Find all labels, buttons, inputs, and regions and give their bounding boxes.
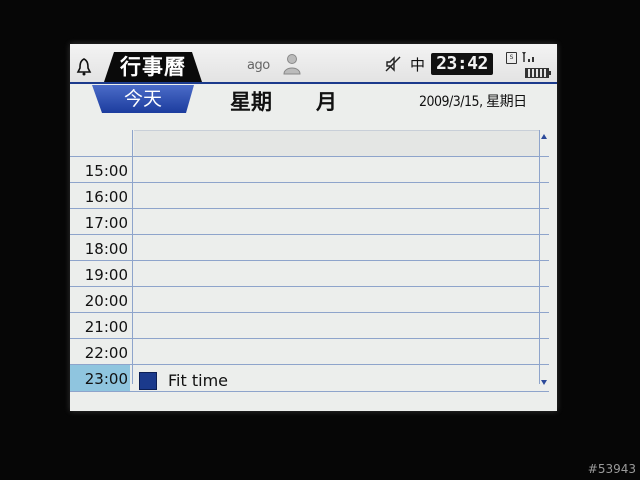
- app-title-tab[interactable]: 行事曆: [104, 52, 202, 82]
- today-button[interactable]: 今天: [92, 85, 194, 113]
- current-time-label: 23:00: [70, 365, 130, 391]
- month-view-tab[interactable]: 月: [316, 86, 337, 116]
- time-row[interactable]: 21:00: [70, 312, 549, 339]
- calendar-header: 今天 星期 月 2009/3/15, 星期日: [70, 84, 557, 114]
- time-row[interactable]: 22:00: [70, 338, 549, 365]
- time-label: 19:00: [84, 266, 128, 284]
- mute-speaker-icon[interactable]: [385, 56, 401, 72]
- time-label: 16:00: [84, 188, 128, 206]
- alarm-bell-icon[interactable]: [76, 58, 92, 76]
- sd-card-icon: S: [506, 52, 517, 64]
- watermark: #53943: [587, 462, 636, 476]
- event-title: Fit time: [168, 371, 228, 390]
- scroll-up-arrow-icon[interactable]: [541, 134, 547, 139]
- time-row[interactable]: 18:00: [70, 234, 549, 261]
- time-row[interactable]: 19:00: [70, 260, 549, 287]
- brand-logo: ago: [247, 58, 270, 73]
- time-label: 17:00: [84, 214, 128, 232]
- time-label: 22:00: [84, 344, 128, 362]
- calendar-event[interactable]: Fit time: [137, 370, 457, 392]
- device-screen: 行事曆 ago 中 23:42 S 今天 星期 月 2009/3/15, 星期日: [70, 44, 557, 411]
- week-view-tab[interactable]: 星期: [230, 86, 272, 116]
- current-date: 2009/3/15, 星期日: [419, 94, 527, 110]
- event-color-swatch: [139, 372, 157, 390]
- clock: 23:42: [431, 53, 493, 75]
- time-label: 21:00: [84, 318, 128, 336]
- time-label: 20:00: [84, 292, 128, 310]
- time-row[interactable]: 16:00: [70, 182, 549, 209]
- signal-icon: [522, 52, 534, 62]
- input-method-indicator[interactable]: 中: [410, 54, 425, 75]
- user-icon[interactable]: [283, 53, 301, 75]
- status-bar: 行事曆 ago 中 23:42 S: [70, 44, 557, 84]
- time-label: 18:00: [84, 240, 128, 258]
- all-day-band[interactable]: [134, 130, 539, 157]
- battery-icon: [525, 68, 551, 78]
- day-schedule-grid[interactable]: 15:00 16:00 17:00 18:00 19:00 20:00 21:0…: [70, 130, 557, 392]
- scroll-down-arrow-icon[interactable]: [541, 380, 547, 385]
- time-row[interactable]: 20:00: [70, 286, 549, 313]
- time-row[interactable]: 15:00: [70, 156, 549, 183]
- time-label: 15:00: [84, 162, 128, 180]
- time-row[interactable]: 17:00: [70, 208, 549, 235]
